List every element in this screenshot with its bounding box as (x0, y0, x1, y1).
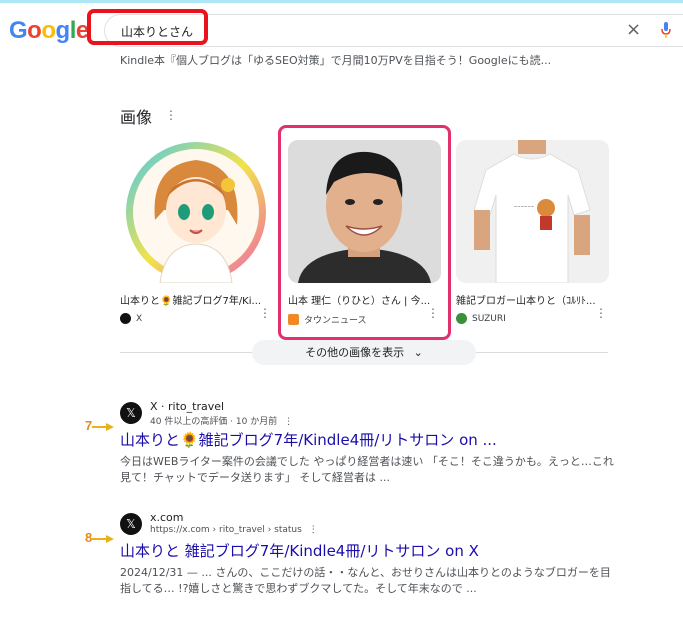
logo-letter: o (27, 17, 42, 44)
image-caption[interactable]: 山本りと🌻雑記ブログ7年/Ki... (120, 292, 265, 307)
x-logo-icon[interactable]: 𝕏 (120, 402, 142, 424)
vertical-dots-icon[interactable]: ⋮ (259, 306, 271, 320)
x-logo-icon (120, 313, 131, 324)
image-card-3[interactable]: ~~~~~~ 雑記ブロガー山本りと（ｺﾙﾘﾄ... SUZURI ⋮ (456, 140, 609, 324)
result-meta: 40 件以上の高評価 · 10 か月前 ⋮ (150, 417, 294, 427)
result-snippet: 今日はWEBライター案件の会議でした やっぱり経営者は速い 「そこ！そこ違うかも… (120, 455, 614, 484)
search-highlight-box (87, 9, 208, 45)
image-card-highlight-box (278, 125, 451, 340)
result-site-name[interactable]: x.com (150, 511, 184, 524)
result-title-link[interactable]: 山本りと🌻雑記ブログ7年/Kindle4冊/リトサロン on ... (120, 429, 497, 450)
vertical-dots-icon[interactable]: ⋮ (595, 306, 607, 320)
annotation-marker-7: 7 (85, 418, 115, 433)
image-card-1[interactable]: 山本りと🌻雑記ブログ7年/Ki... X ⋮ (120, 140, 273, 324)
arrow-right-icon (92, 422, 115, 431)
vertical-dots-icon[interactable]: ⋮ (165, 108, 177, 122)
vertical-dots-icon[interactable]: ⋮ (309, 525, 318, 535)
suzuri-logo-icon (456, 313, 467, 324)
x-logo-icon[interactable]: 𝕏 (120, 513, 142, 535)
arrow-right-icon (92, 534, 115, 543)
logo-letter: G (9, 17, 28, 44)
svg-text:~~~~~~: ~~~~~~ (514, 204, 534, 209)
vertical-dots-icon[interactable]: ⋮ (284, 417, 293, 427)
result-snippet: 2024/12/31 — ... さんの、ここだけの話・・なんと、おせりさんは山… (120, 566, 611, 595)
microphone-icon[interactable] (660, 20, 672, 40)
logo-letter: g (55, 17, 71, 44)
image-thumbnail-tshirt[interactable]: ~~~~~~ (456, 140, 609, 283)
top-snippet: Kindle本『個人ブログは「ゆるSEO対策」で月間10万PVを目指そう！Goo… (120, 54, 552, 67)
result-site-name[interactable]: X · rito_travel (150, 400, 224, 413)
top-accent-line (0, 0, 683, 3)
result-title-link[interactable]: 山本りと 雑記ブログ7年/Kindle4冊/リトサロン on X (120, 540, 479, 561)
google-logo[interactable]: Google (9, 17, 89, 45)
logo-letter: o (41, 17, 56, 44)
image-source[interactable]: X (120, 313, 273, 324)
annotation-marker-8: 8 (85, 530, 115, 545)
image-thumbnail-anime[interactable] (120, 140, 273, 283)
images-section-title: 画像 (120, 108, 153, 127)
image-source[interactable]: SUZURI (456, 313, 609, 324)
close-icon[interactable]: × (626, 20, 641, 40)
search-result: 𝕏 x.com https://x.com › rito_travel › st… (120, 511, 620, 603)
chevron-down-icon: ⌄ (413, 346, 423, 359)
show-more-images-button[interactable]: その他の画像を表示 ⌄ (252, 340, 476, 365)
result-url: https://x.com › rito_travel › status ⋮ (150, 525, 318, 535)
image-caption[interactable]: 雑記ブロガー山本りと（ｺﾙﾘﾄ... (456, 292, 601, 307)
search-result: 𝕏 X · rito_travel 40 件以上の高評価 · 10 か月前 ⋮ … (120, 400, 620, 492)
